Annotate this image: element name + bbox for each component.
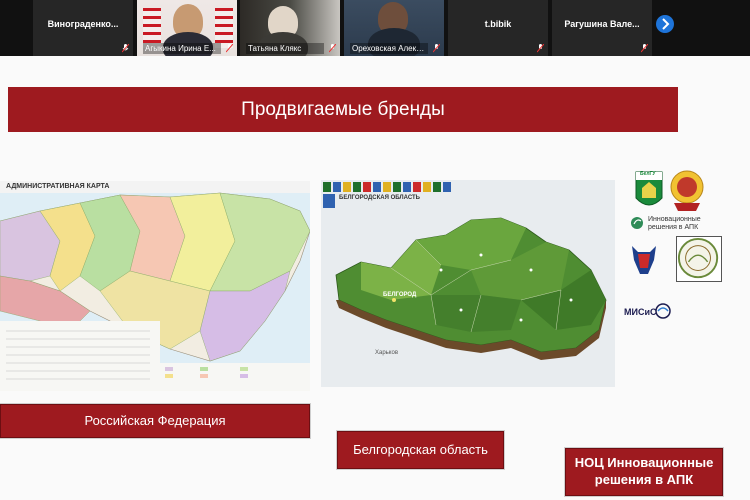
participant-name: Винограденко...: [47, 19, 119, 29]
shared-slide: Продвигаемые бренды АДМИНИСТРАТИВНАЯ КАР…: [0, 56, 750, 500]
mic-muted-icon: [122, 44, 129, 53]
participant-tile[interactable]: Винограденко...: [33, 0, 133, 56]
misis-text: МИСиС: [624, 307, 657, 317]
noc-caption: НОЦ Инновационные решения в АПК: [565, 448, 723, 496]
mic-muted-icon: [433, 44, 440, 53]
belgorod-map-graphic: [321, 180, 615, 387]
innovative-solutions-text: Инновационные решения в АПК: [648, 216, 701, 231]
bakery-badge-icon: [677, 237, 719, 279]
participants-strip: Винограденко... Агыкина Ирина Е... Татья…: [0, 0, 750, 56]
bull-logo: [626, 240, 662, 280]
leaf-icon: [631, 217, 643, 229]
chevron-right-icon: [662, 18, 670, 30]
russia-map-graphic: [0, 192, 310, 391]
innovative-solutions-logo: Инновационные решения в АПК: [630, 214, 710, 236]
bull-icon: [632, 246, 656, 274]
russia-map: АДМИНИСТРАТИВНАЯ КАРТА: [0, 181, 310, 391]
emblem-logo: [668, 169, 706, 213]
mic-muted-icon: [329, 44, 336, 53]
slide-title: Продвигаемые бренды: [8, 87, 678, 132]
participant-tile[interactable]: Ореховская Алекс...: [344, 0, 444, 56]
participant-name: Ореховская Алекс...: [350, 43, 428, 54]
participant-tile[interactable]: t.bibik: [448, 0, 548, 56]
next-participants-button[interactable]: [656, 15, 674, 33]
belgorod-city-label: БЕЛГОРОД: [383, 292, 417, 298]
participant-tile[interactable]: Агыкина Ирина Е...: [137, 0, 237, 56]
emblem-icon: [670, 170, 704, 211]
belgu-logo: БелГУ: [634, 170, 664, 212]
belgorod-caption: Белгородская область: [337, 431, 504, 469]
misis-mark-icon: [655, 303, 671, 319]
mic-muted-icon: [537, 44, 544, 53]
mic-muted-icon: [641, 44, 648, 53]
bakery-logo: [676, 236, 722, 282]
russia-caption: Российская Федерация: [0, 404, 310, 438]
belgorod-map-title: БЕЛГОРОДСКАЯ ОБЛАСТЬ: [339, 195, 420, 201]
kharkov-label: Харьков: [375, 350, 399, 356]
participant-name: Агыкина Ирина Е...: [143, 43, 221, 54]
belgorod-map: БЕЛГОРОДСКАЯ ОБЛАСТЬ БЕЛГОРОД Харьков: [321, 180, 615, 387]
misis-logo: МИСиС: [624, 302, 674, 322]
participant-tile[interactable]: Рагушина Вале...: [552, 0, 652, 56]
participant-name: Рагушина Вале...: [564, 19, 640, 29]
participant-name: t.bibik: [484, 19, 512, 29]
participant-name: Татьяна Клякс: [246, 43, 324, 54]
mic-muted-icon: [226, 44, 233, 53]
participant-tile[interactable]: Татьяна Клякс: [240, 0, 340, 56]
